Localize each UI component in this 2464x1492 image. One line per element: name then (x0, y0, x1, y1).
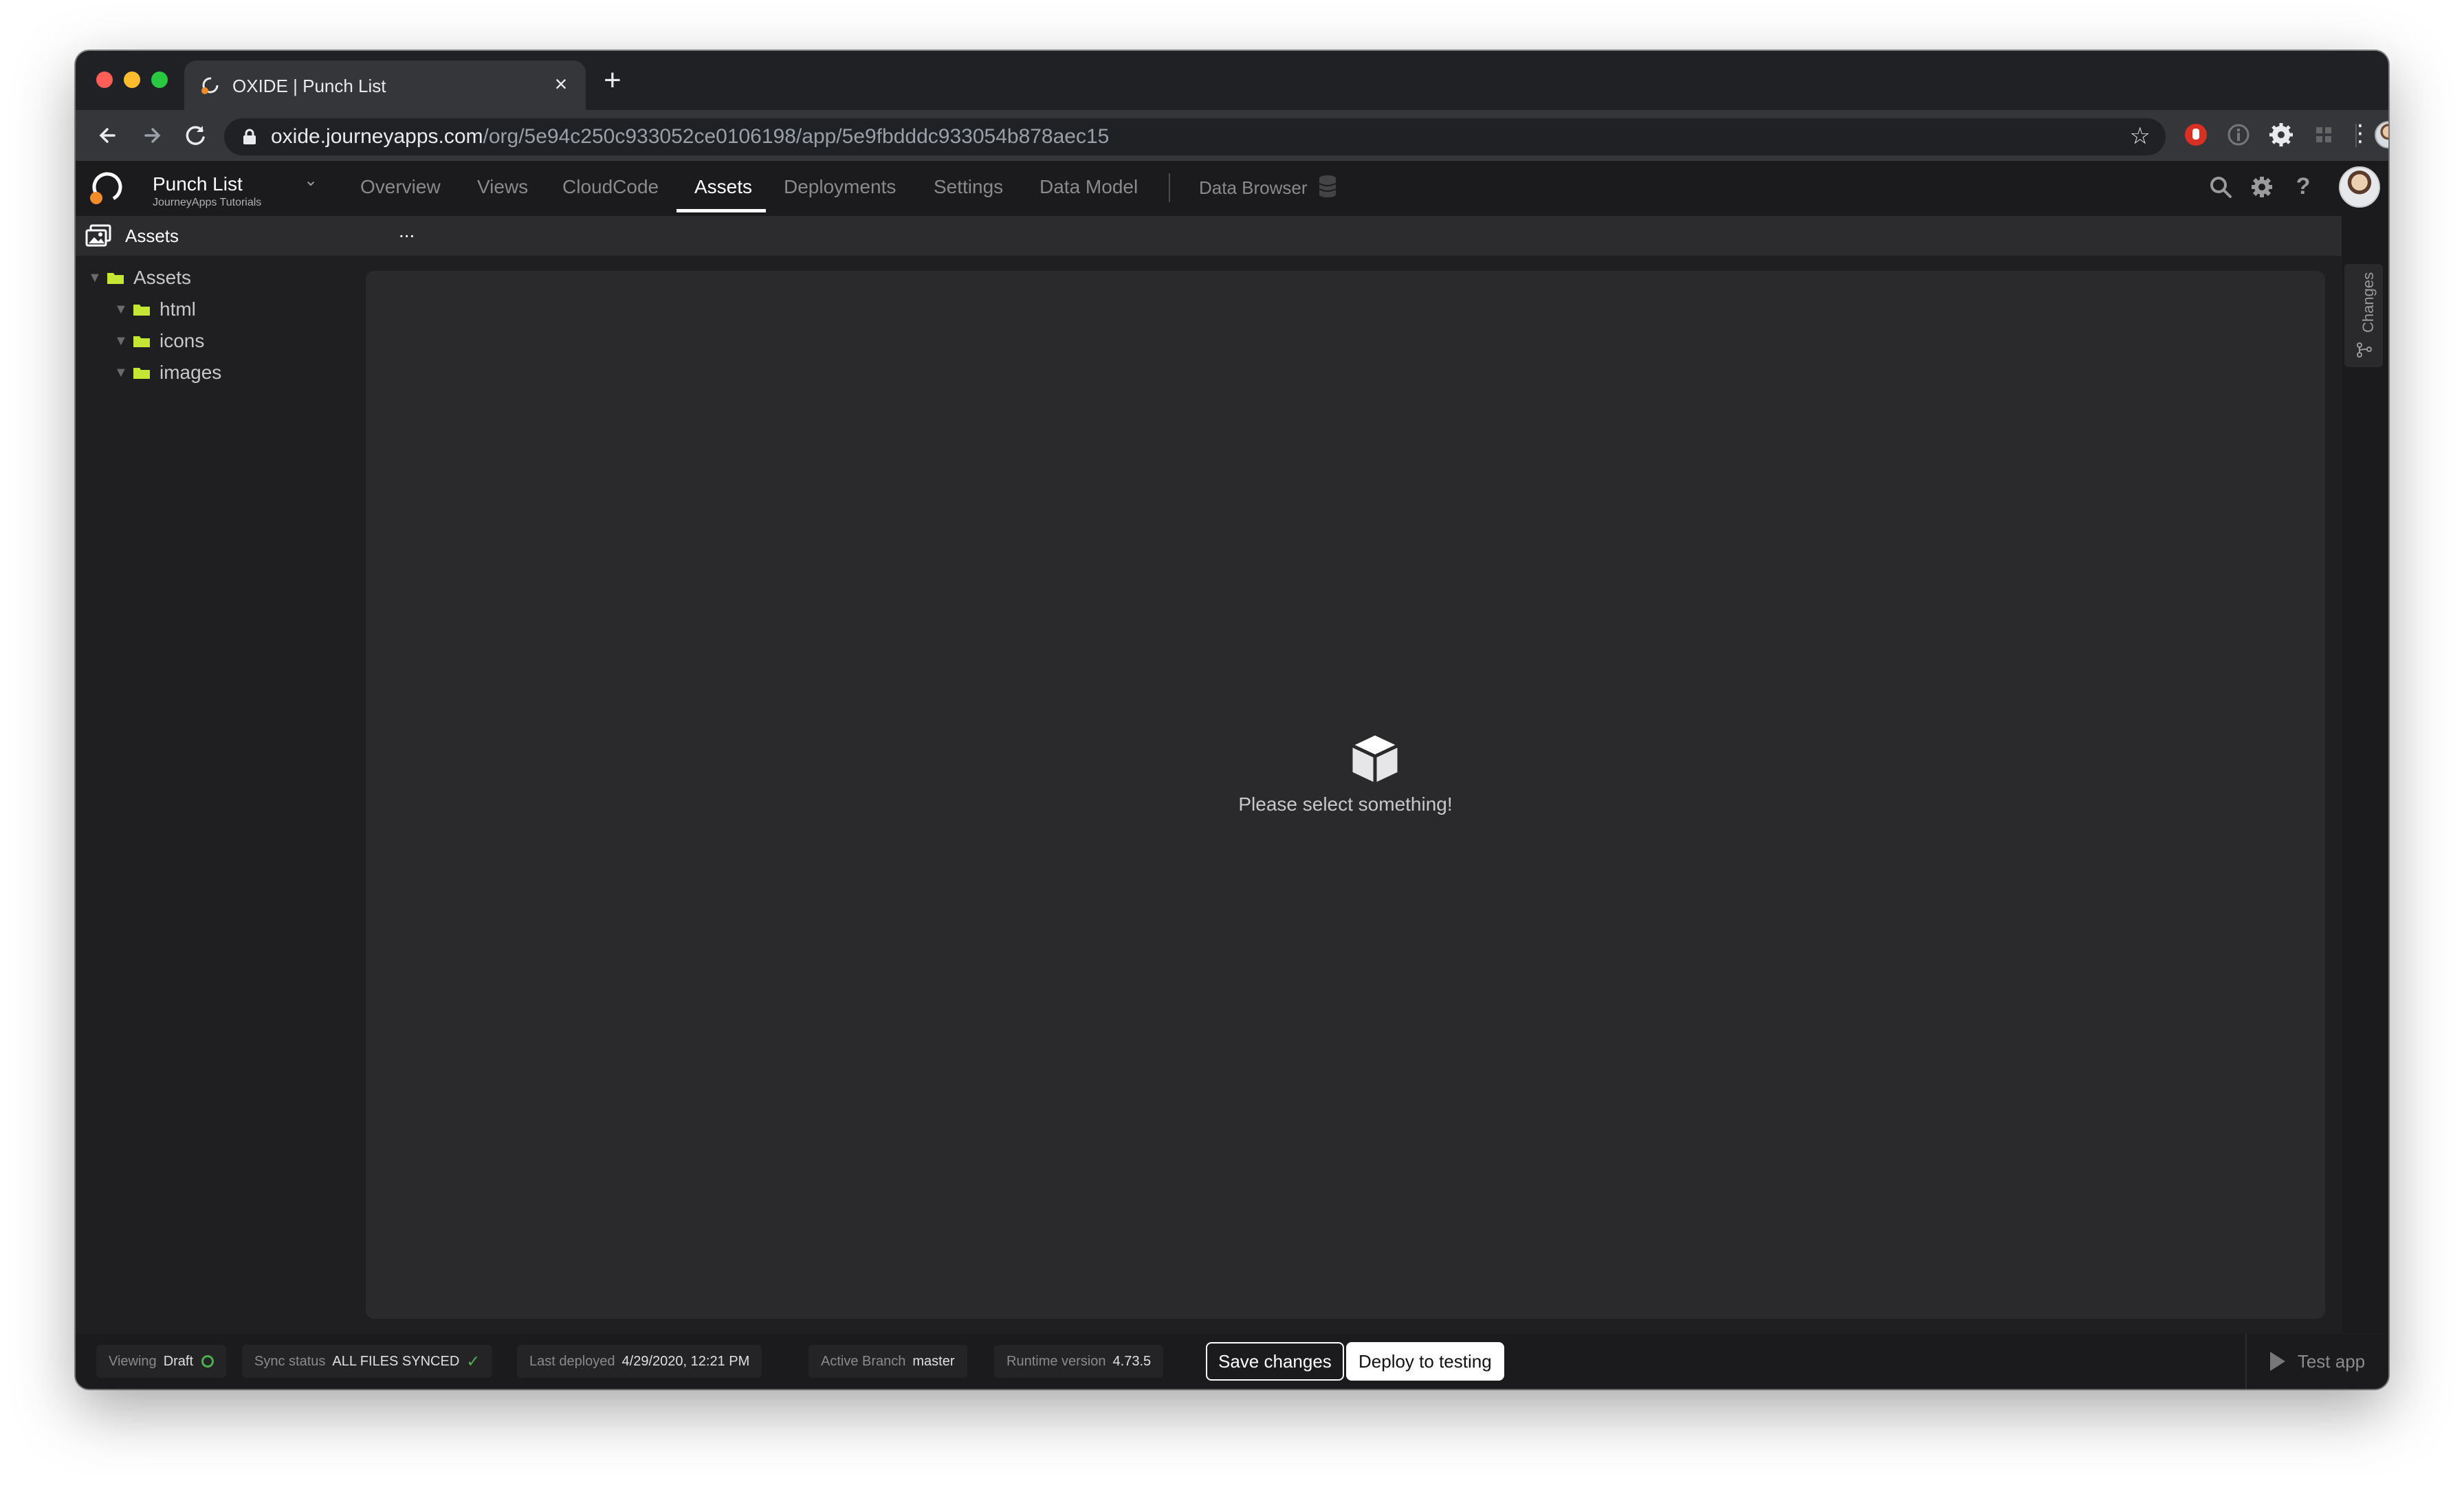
lock-icon (243, 129, 256, 144)
oxide-logo-icon[interactable] (85, 168, 126, 209)
status-footer: Viewing Draft Sync status ALL FILES SYNC… (76, 1334, 2388, 1389)
minimize-window-button[interactable] (124, 72, 140, 88)
check-icon: ✓ (466, 1352, 481, 1371)
browser-window: OXIDE | Punch List × + oxide.journeyapps… (76, 51, 2388, 1389)
arrow-right-icon[interactable] (138, 121, 166, 150)
new-tab-button[interactable]: + (604, 63, 622, 98)
tree-item-label: Assets (133, 267, 192, 288)
extension-gear-icon[interactable] (2267, 121, 2295, 149)
right-rail: Changes (2342, 216, 2388, 1333)
changes-label: Changes (2360, 272, 2377, 333)
caret-down-icon[interactable]: ▼ (114, 302, 133, 318)
tree-item-icons[interactable]: ▼ icons (114, 327, 204, 355)
reload-icon[interactable] (182, 121, 210, 150)
tree-item-label: icons (160, 330, 205, 351)
test-app-label: Test app (2297, 1350, 2366, 1372)
sync-value: ALL FILES SYNCED (332, 1353, 460, 1369)
caret-down-icon[interactable]: ▼ (114, 365, 133, 381)
nav-divider (1169, 173, 1170, 202)
assets-gallery-icon (85, 224, 111, 247)
tab-data-browser[interactable]: Data Browser (1199, 177, 1308, 199)
maximize-window-button[interactable] (151, 72, 168, 88)
deployed-key: Last deployed (529, 1353, 615, 1369)
active-branch: Active Branch master (808, 1345, 967, 1378)
tab-views[interactable]: Views (477, 176, 528, 198)
browser-tab[interactable]: OXIDE | Punch List × (184, 61, 586, 110)
viewing-key: Viewing (109, 1353, 157, 1369)
caret-down-icon[interactable]: ▼ (88, 270, 107, 286)
deploy-to-testing-button[interactable]: Deploy to testing (1346, 1342, 1504, 1381)
oxide-favicon-icon (201, 77, 219, 94)
sync-key: Sync status (254, 1353, 326, 1369)
git-branch-icon (2357, 342, 2372, 358)
section-title: Assets (125, 226, 179, 246)
address-bar[interactable]: oxide.journeyapps.com/org/5e94c250c93305… (224, 118, 2166, 155)
branch-value: master (912, 1353, 955, 1369)
active-tab-indicator (676, 209, 766, 212)
tree-item-label: html (160, 298, 196, 320)
viewing-status: Viewing Draft (96, 1345, 227, 1378)
profile-avatar[interactable] (2375, 121, 2388, 149)
tab-cloudcode[interactable]: CloudCode (562, 176, 659, 198)
draft-circle-icon (201, 1355, 214, 1368)
folder-icon (133, 335, 150, 347)
app-header: Punch List JourneyApps Tutorials ⌄ Overv… (76, 161, 2388, 217)
assets-toolbar: Assets ... (76, 216, 2342, 256)
branch-key: Active Branch (821, 1353, 906, 1369)
runtime-key: Runtime version (1006, 1353, 1106, 1369)
test-app-button[interactable]: Test app (2245, 1334, 2388, 1389)
more-menu-icon[interactable]: ⋮ (2348, 120, 2372, 147)
runtime-version: Runtime version 4.73.5 (994, 1345, 1164, 1378)
tab-deployments[interactable]: Deployments (784, 176, 896, 198)
project-name[interactable]: Punch List (153, 173, 243, 195)
organization-name: JourneyApps Tutorials (153, 197, 262, 208)
tab-overview[interactable]: Overview (360, 176, 441, 198)
help-icon[interactable]: ? (2289, 173, 2317, 201)
search-icon[interactable] (2207, 173, 2234, 201)
extension-shield-icon[interactable] (2182, 121, 2210, 149)
sync-status: Sync status ALL FILES SYNCED ✓ (242, 1345, 493, 1378)
play-icon (2269, 1352, 2285, 1371)
user-avatar[interactable] (2339, 166, 2380, 208)
runtime-value: 4.73.5 (1112, 1353, 1152, 1369)
arrow-left-icon[interactable] (94, 121, 122, 150)
last-deployed: Last deployed 4/29/2020, 12:21 PM (517, 1345, 762, 1378)
chevron-down-icon[interactable]: ⌄ (304, 171, 318, 190)
tab-assets[interactable]: Assets (694, 176, 752, 198)
tab-title: OXIDE | Punch List (232, 76, 386, 96)
folder-icon (107, 272, 124, 284)
url-text: oxide.journeyapps.com/org/5e94c250c93305… (271, 125, 1110, 148)
extension-grid-icon[interactable] (2310, 121, 2338, 149)
tab-settings[interactable]: Settings (934, 176, 1003, 198)
tree-item-html[interactable]: ▼ html (114, 296, 196, 323)
gear-icon[interactable] (2248, 173, 2276, 201)
changes-panel-toggle[interactable]: Changes (2344, 264, 2383, 367)
caret-down-icon[interactable]: ▼ (114, 333, 133, 349)
viewing-value: Draft (163, 1353, 194, 1369)
cube-icon (1350, 733, 1400, 785)
close-window-button[interactable] (96, 72, 113, 88)
browser-toolbar: oxide.journeyapps.com/org/5e94c250c93305… (76, 110, 2388, 161)
tab-close-icon[interactable]: × (549, 72, 573, 97)
deployed-value: 4/29/2020, 12:21 PM (622, 1353, 750, 1369)
folder-icon (133, 366, 150, 379)
tab-data-model[interactable]: Data Model (1040, 176, 1138, 198)
extension-info-icon[interactable] (2225, 121, 2252, 149)
star-icon[interactable]: ☆ (2130, 122, 2150, 150)
save-changes-button[interactable]: Save changes (1206, 1342, 1344, 1381)
tree-item-assets[interactable]: ▼ Assets (88, 264, 191, 292)
tree-item-label: images (160, 362, 222, 383)
asset-preview-panel: Please select something! (366, 271, 2325, 1319)
empty-state-message: Please select something! (1238, 793, 1453, 815)
tab-strip: OXIDE | Punch List × + (76, 51, 2388, 110)
tree-item-images[interactable]: ▼ images (114, 359, 221, 386)
database-icon[interactable] (1319, 175, 1336, 198)
folder-icon (133, 303, 150, 316)
more-options-button[interactable]: ... (399, 220, 415, 242)
